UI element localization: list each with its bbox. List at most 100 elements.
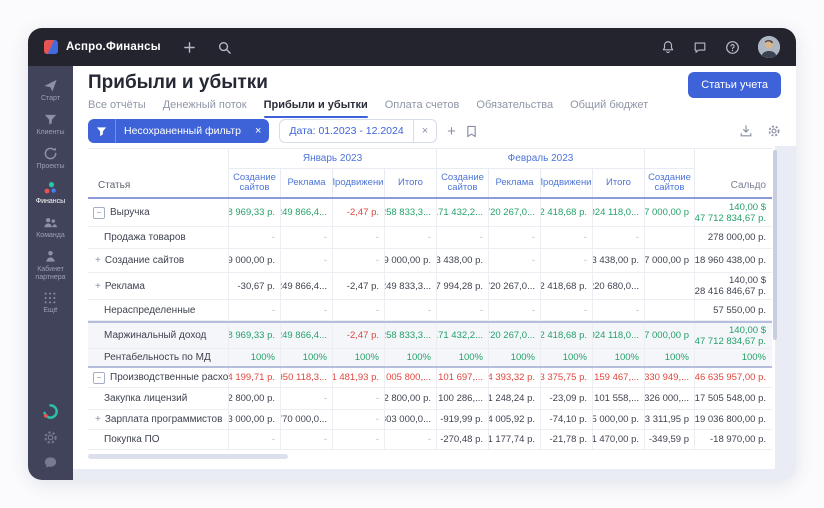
table-row[interactable]: +Создание сайтов9 000,00 р.--9 000,00 р.… [88, 249, 772, 273]
filter-bar: Несохраненный фильтр × Дата: 01.2023 - 1… [88, 119, 781, 143]
collapse-toggle-icon[interactable]: − [93, 207, 105, 219]
article-name[interactable]: Маржинальный доход [88, 323, 228, 348]
article-name[interactable]: Нераспределенные [88, 300, 228, 320]
support-chat-icon[interactable] [43, 455, 58, 470]
table-row[interactable]: Рентабельность по МД100%100%100%100%100%… [88, 349, 772, 368]
help-button[interactable] [725, 40, 740, 55]
tab-bill-payment[interactable]: Оплата счетов [385, 99, 460, 118]
horizontal-scrollbar[interactable] [88, 454, 288, 459]
unsaved-filter-chip[interactable]: Несохраненный фильтр × [88, 119, 269, 143]
expand-plus-icon[interactable]: + [95, 255, 101, 266]
article-name[interactable]: +Создание сайтов [88, 249, 228, 272]
value-cell: 3 249 866,4... [280, 199, 332, 226]
export-download-button[interactable] [739, 124, 753, 138]
accounting-articles-button[interactable]: Статьи учета [688, 72, 781, 98]
article-name[interactable]: Закупка лицензий [88, 388, 228, 409]
notifications-button[interactable] [661, 40, 675, 54]
column-header[interactable]: Создание сайтов [436, 169, 488, 197]
app-window: Аспро.Финансы [28, 28, 796, 480]
value-cell: -34 393,32 р. [488, 368, 540, 387]
value-cell: - [228, 300, 280, 320]
date-filter-close-icon[interactable]: × [414, 125, 436, 137]
search-button[interactable] [218, 41, 231, 54]
collapse-toggle-icon[interactable]: − [93, 372, 105, 384]
table-settings-button[interactable] [767, 124, 781, 138]
article-name[interactable]: Продажа товаров [88, 227, 228, 248]
tab-cash-flow[interactable]: Денежный поток [163, 99, 247, 118]
column-header[interactable]: Продвижение [332, 169, 384, 197]
settings-icon[interactable] [43, 430, 58, 445]
sidebar-item-more[interactable]: Ещё [43, 291, 57, 315]
value-cell: -1 177,74 р. [488, 430, 540, 449]
table-row[interactable]: Закупка лицензий-2 800,00 р.---2 800,00 … [88, 388, 772, 410]
sidebar-item-projects[interactable]: Проекты [36, 146, 64, 171]
expand-plus-icon[interactable]: + [95, 281, 101, 292]
add-button[interactable] [183, 41, 196, 54]
column-header[interactable]: Итого [592, 169, 644, 197]
table-row[interactable]: +Зарплата программистов-33 000,00 р.-770… [88, 410, 772, 430]
sidebar-item-finance[interactable]: Финансы [36, 180, 65, 206]
unsaved-filter-close-icon[interactable]: × [249, 125, 269, 137]
value-cell: - [540, 249, 592, 272]
sidebar-item-partner[interactable]: Кабинет партнера [31, 249, 71, 282]
value-cell: 1 171 432,2... [436, 199, 488, 226]
vertical-scrollbar[interactable] [773, 150, 777, 340]
value-cell: 100% [280, 349, 332, 366]
date-filter-chip[interactable]: Дата: 01.2023 - 12.2024 × [279, 119, 437, 143]
table-row[interactable]: Покупка ПО-----270,48 р.-1 177,74 р.-21,… [88, 430, 772, 450]
tab-profit-loss[interactable]: Прибыли и убытки [264, 99, 368, 118]
table-row[interactable]: +Реклама-30,67 р.3 249 866,4...-2,47 р.3… [88, 273, 772, 300]
article-name[interactable]: Рентабельность по МД [88, 349, 228, 366]
table-row[interactable]: Нераспределенные--------57 550,00 р. [88, 300, 772, 321]
column-header[interactable]: Реклама [280, 169, 332, 197]
tab-all-reports[interactable]: Все отчёты [88, 99, 146, 118]
article-name[interactable]: +Реклама [88, 273, 228, 299]
table-row[interactable]: −Производственные расходы-54 199,71 р.-9… [88, 368, 772, 388]
brand-logo-icon[interactable] [42, 403, 59, 420]
value-cell: -2 800,00 р. [228, 388, 280, 409]
sidebar-item-start[interactable]: Старт [41, 78, 60, 103]
right-gutter [775, 146, 796, 480]
column-header[interactable]: Создание сайтов [228, 169, 280, 197]
topbar-right [661, 36, 780, 58]
user-avatar[interactable] [758, 36, 780, 58]
table-row[interactable]: Продажа товаров--------278 000,00 р. [88, 227, 772, 249]
value-cell: - [488, 300, 540, 320]
value-cell: 1 720 267,0... [488, 199, 540, 226]
saldo-cell: 140,00 $47 712 834,67 р. [694, 199, 772, 226]
tab-obligations[interactable]: Обязательства [476, 99, 553, 118]
value-cell: -23 375,75 р. [540, 368, 592, 387]
more-grid-icon [43, 291, 57, 305]
bookmark-filter-button[interactable] [466, 125, 477, 138]
saldo-cell: 18 960 438,00 р. [694, 249, 772, 272]
column-header[interactable]: Продвижение [540, 169, 592, 197]
value-cell: 3 249 866,4... [280, 323, 332, 348]
value-cell: - [332, 249, 384, 272]
value-cell: -3 311,95 р [644, 410, 694, 429]
value-cell: -1 326 000,... [644, 388, 694, 409]
date-filter-label: Дата: 01.2023 - 12.2024 [280, 125, 412, 137]
value-cell: - [280, 227, 332, 248]
sidebar-bottom [42, 403, 59, 470]
sidebar-item-clients[interactable]: Клиенты [36, 112, 64, 137]
value-cell: -74,10 р. [540, 410, 592, 429]
column-header[interactable]: Реклама [488, 169, 540, 197]
app-name: Аспро.Финансы [66, 41, 161, 53]
filter-funnel-icon[interactable] [88, 119, 115, 143]
article-name[interactable]: +Зарплата программистов [88, 410, 228, 429]
table-row[interactable]: Маржинальный доход8 969,33 р.3 249 866,4… [88, 321, 772, 349]
table-tools [739, 124, 781, 138]
bottom-gutter [73, 469, 796, 480]
add-filter-button[interactable]: + [447, 123, 456, 140]
column-header[interactable]: Создание сайтов [644, 169, 694, 197]
messages-button[interactable] [693, 40, 707, 54]
sidebar-item-team[interactable]: Команда [36, 215, 65, 240]
article-name[interactable]: Покупка ПО [88, 430, 228, 449]
expand-plus-icon[interactable]: + [95, 414, 101, 425]
article-name[interactable]: −Выручка [88, 199, 228, 226]
article-name[interactable]: −Производственные расходы [88, 368, 228, 387]
table-row[interactable]: −Выручка8 969,33 р.3 249 866,4...-2,47 р… [88, 199, 772, 227]
column-header[interactable]: Итого [384, 169, 436, 197]
bookmark-icon [466, 125, 477, 138]
tab-general-budget[interactable]: Общий бюджет [570, 99, 648, 118]
